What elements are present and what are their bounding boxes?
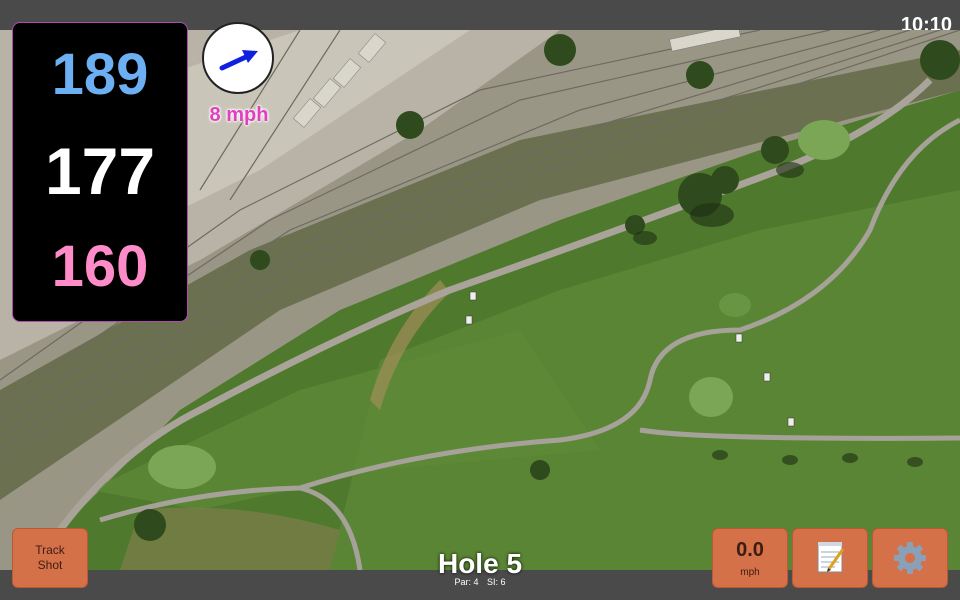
settings-button[interactable] (872, 528, 948, 588)
notepad-icon (817, 542, 845, 573)
middle-yardage: 177 (44, 134, 156, 208)
track-shot-button[interactable]: Track Shot (12, 528, 88, 588)
back-yardage: 189 (51, 42, 149, 107)
front-yardage: 160 (51, 234, 149, 299)
hole-stroke-index: SI: 6 (487, 577, 506, 587)
hole-par: Par: 4 (454, 577, 479, 587)
yardage-panel: 189 177 160 (12, 22, 188, 322)
track-shot-label-line1: Track (35, 543, 65, 557)
wind-button-unit: mph (740, 567, 760, 578)
hole-info: Par: 4 SI: 6 (380, 577, 580, 587)
wind-direction-arrow-icon (219, 50, 258, 71)
wind-speed-button[interactable]: 0.0 mph (712, 528, 788, 588)
wind-indicator (202, 22, 274, 94)
track-shot-label-line2: Shot (37, 558, 63, 572)
hole-title: Hole 5 (437, 548, 523, 579)
gear-icon (894, 542, 926, 574)
wind-speed-label: 8 mph (209, 104, 269, 126)
wind-button-value: 0.0 (736, 539, 764, 561)
notes-button[interactable] (792, 528, 868, 588)
